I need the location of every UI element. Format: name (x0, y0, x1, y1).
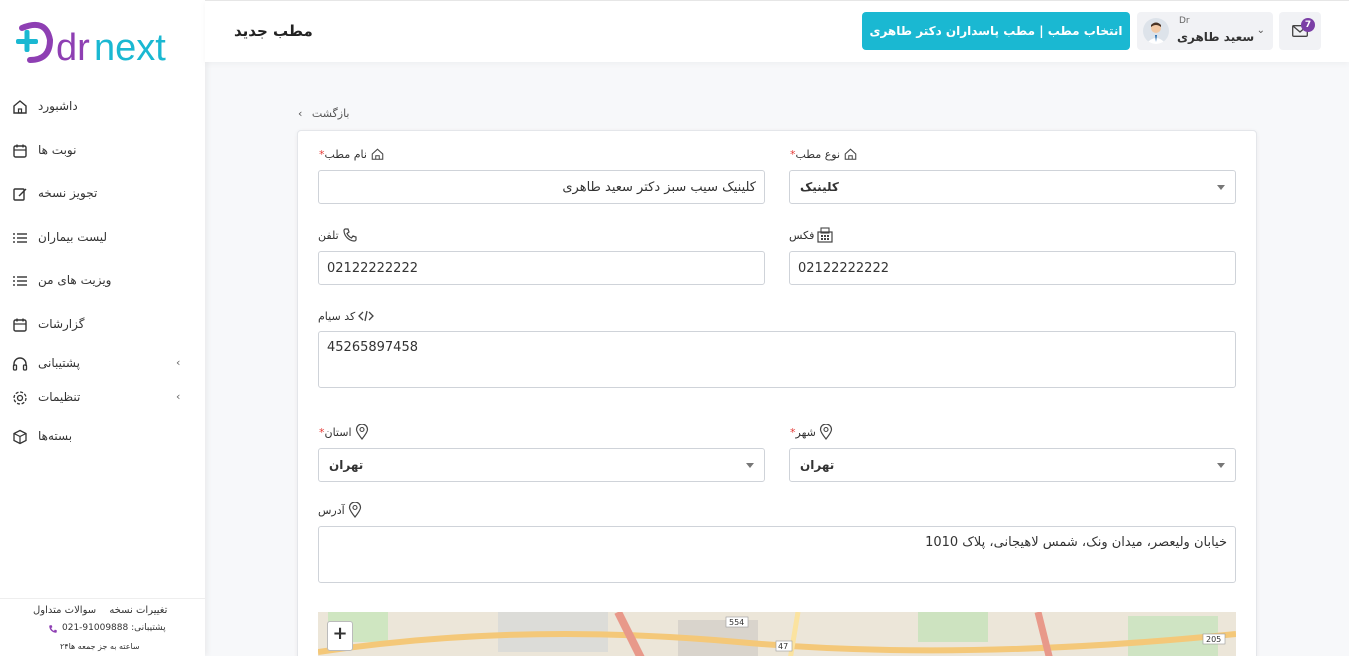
map-road-label: 47 (778, 642, 788, 651)
changelog-link[interactable]: تغییرات نسخه (109, 605, 167, 616)
clinic-name-label: نام مطب * (318, 146, 385, 162)
sidebar-item-reports[interactable]: گزارشات (0, 310, 205, 340)
clinic-name-input[interactable]: کلینیک سیب سبز دکتر سعید طاهری (318, 170, 765, 204)
logo-text: dr (56, 27, 90, 68)
sidebar-item-label: تجویز نسخه (38, 186, 98, 200)
sidebar-item-label: تنظیمات (38, 390, 81, 404)
footer-links: تغییرات نسخه سوالات متداول (33, 605, 177, 616)
sidebar-item-label: لیست بیماران (38, 230, 108, 244)
sidebar-item-support[interactable]: پشتیبانی ‹ (0, 349, 205, 379)
list-icon (13, 233, 27, 243)
caret-down-icon (1217, 463, 1225, 468)
sidebar: dr next داشبورد نوبت ها تجویز نسخه لیست … (0, 0, 205, 656)
support-phone: 021-91009888 :پشتیبانی (62, 623, 166, 633)
city-select[interactable]: تهران (789, 448, 1236, 482)
phone-label: تلفن (318, 227, 358, 243)
drnext-logo[interactable]: dr next (16, 14, 196, 69)
sidebar-item-appointments[interactable]: نوبت ها (0, 136, 205, 166)
location-map[interactable]: 554 47 205 (318, 612, 1236, 656)
sidebar-item-label: داشبورد (38, 99, 78, 113)
fax-icon (817, 227, 833, 243)
sim-code-input[interactable]: 45265897458 (318, 331, 1236, 388)
map-zoom-in-button[interactable]: + (327, 621, 353, 651)
location-pin-icon (355, 424, 368, 440)
user-prefix: Dr (1179, 16, 1190, 26)
svg-text:next: next (94, 27, 166, 68)
sidebar-item-label: بسته‌ها (38, 429, 73, 443)
clinic-type-label: نوع مطب * (789, 146, 858, 162)
phone-icon (49, 625, 57, 633)
sidebar-item-prescription[interactable]: تجویز نسخه (0, 179, 205, 209)
fax-input[interactable]: 02122222222 (789, 251, 1236, 285)
gear-icon (13, 391, 27, 405)
box-icon (13, 429, 27, 445)
fax-label: فکس (789, 227, 833, 243)
calendar-icon (13, 318, 27, 332)
address-label: آدرس (318, 502, 362, 518)
sidebar-item-patients[interactable]: لیست بیماران (0, 223, 205, 253)
chevron-left-icon: ‹ (176, 390, 181, 403)
edit-icon (13, 188, 27, 201)
select-clinic-button[interactable]: انتخاب مطب | مطب پاسداران دکتر طاهری (862, 12, 1130, 50)
sidebar-item-my-visits[interactable]: ویزیت های من (0, 266, 205, 296)
list-icon (13, 276, 27, 286)
messages-count-badge: 7 (1301, 18, 1315, 32)
sidebar-item-label: پشتیبانی (38, 356, 80, 370)
home-icon (844, 148, 857, 160)
caret-down-icon (1217, 185, 1225, 190)
chevron-left-icon: ‹ (298, 107, 303, 120)
support-hours: ۲۴ساعته به جز جمعه ها (60, 642, 140, 651)
faq-link[interactable]: سوالات متداول (33, 605, 96, 616)
sidebar-item-label: نوبت ها (38, 143, 77, 157)
phone-input[interactable]: 02122222222 (318, 251, 765, 285)
calendar-icon (13, 144, 27, 158)
sim-code-label: کد سیام (318, 308, 375, 324)
back-link[interactable]: ‹ بازگشت (298, 107, 349, 120)
map-road-label: 205 (1206, 635, 1221, 644)
caret-down-icon (746, 463, 754, 468)
home-icon (371, 148, 384, 160)
location-pin-icon (819, 424, 832, 440)
chevron-left-icon: ‹ (176, 356, 181, 369)
user-name: سعید طاهری (1177, 30, 1255, 44)
sidebar-item-settings[interactable]: تنظیمات ‹ (0, 383, 205, 413)
avatar (1143, 18, 1169, 44)
clinic-type-select[interactable]: کلینیک (789, 170, 1236, 204)
sidebar-item-label: گزارشات (38, 317, 85, 331)
code-icon (358, 310, 375, 322)
province-select[interactable]: تهران (318, 448, 765, 482)
phone-icon (343, 228, 357, 242)
sidebar-item-label: ویزیت های من (38, 273, 112, 287)
map-road-label: 554 (729, 618, 744, 627)
user-menu[interactable]: Dr سعید طاهری ⌄ (1137, 12, 1273, 50)
address-input[interactable]: خیابان ولیعصر، میدان ونک، شمس لاهیجانی، … (318, 526, 1236, 583)
home-icon (13, 100, 27, 114)
city-label: شهر * (789, 424, 833, 440)
province-label: استان * (318, 424, 369, 440)
back-label: بازگشت (311, 107, 350, 120)
headset-icon (12, 357, 28, 371)
sidebar-item-dashboard[interactable]: داشبورد (0, 92, 205, 122)
sidebar-footer: تغییرات نسخه سوالات متداول 021-91009888 … (0, 598, 205, 656)
sidebar-item-packages[interactable]: بسته‌ها (0, 422, 205, 452)
location-pin-icon (348, 502, 361, 518)
chevron-down-icon: ⌄ (1256, 25, 1265, 36)
page-title: مطب جدید (234, 22, 313, 40)
messages-button[interactable] (1279, 12, 1321, 50)
